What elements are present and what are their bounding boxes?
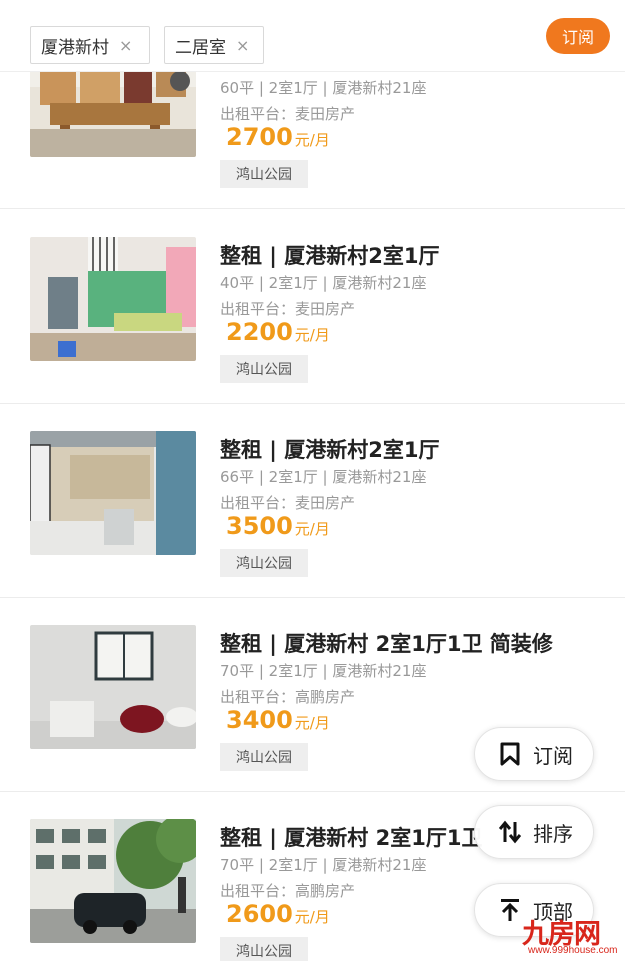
listing-area-tag[interactable]: 鸿山公园 <box>220 160 308 188</box>
filter-chip-rooms[interactable]: 二居室 × <box>164 26 264 64</box>
listing-item[interactable]: 整租 | 厦港新村2室1厅 40平 | 2室1厅 | 厦港新村21座 出租平台：… <box>0 210 625 404</box>
listing-price: 2200 元/月 <box>226 318 330 346</box>
filter-chip-community[interactable]: 厦港新村 × <box>30 26 150 64</box>
sort-icon <box>499 820 521 844</box>
float-sort-button[interactable]: 排序 <box>474 805 594 859</box>
listing-area-tag[interactable]: 鸿山公园 <box>220 549 308 577</box>
price-value: 2700 <box>226 123 293 151</box>
listing-platform: 出租平台：高鹏房产 <box>220 688 356 706</box>
listing-title[interactable]: 整租 | 厦港新村2室1厅 <box>220 240 440 270</box>
listing-meta: 60平 | 2室1厅 | 厦港新村21座 <box>220 79 427 97</box>
listing-area-tag[interactable]: 鸿山公园 <box>220 355 308 383</box>
price-unit: 元/月 <box>294 131 330 149</box>
filter-bar: 厦港新村 × 二居室 × 订阅 <box>0 0 625 72</box>
price-value: 3400 <box>226 706 293 734</box>
filter-chip-label: 厦港新村 <box>41 37 109 58</box>
listing-title[interactable]: 整租 | 厦港新村 2室1厅1卫 简装修 <box>220 628 553 658</box>
close-icon[interactable]: × <box>119 36 132 55</box>
listing-meta: 70平 | 2室1厅 | 厦港新村21座 <box>220 662 427 680</box>
price-value: 2200 <box>226 318 293 346</box>
listing-meta: 66平 | 2室1厅 | 厦港新村21座 <box>220 468 427 486</box>
listing-meta: 40平 | 2室1厅 | 厦港新村21座 <box>220 274 427 292</box>
listing-photo[interactable] <box>30 237 196 361</box>
listing-photo[interactable] <box>30 819 196 943</box>
watermark-url: www.999house.com <box>528 945 618 956</box>
float-subscribe-button[interactable]: 订阅 <box>474 727 594 781</box>
price-value: 3500 <box>226 512 293 540</box>
price-unit: 元/月 <box>294 326 330 344</box>
listing-title[interactable]: 整租 | 厦港新村 2室1厅1卫 <box>220 822 482 852</box>
site-watermark-logo: 九房网 www.999house.com <box>516 912 624 960</box>
listing-photo[interactable] <box>30 625 196 749</box>
listing-item[interactable]: 整租 | 厦港新村2室1厅 66平 | 2室1厅 | 厦港新村21座 出租平台：… <box>0 404 625 598</box>
price-unit: 元/月 <box>294 520 330 538</box>
listing-meta: 70平 | 2室1厅 | 厦港新村21座 <box>220 856 427 874</box>
listing-area-tag[interactable]: 鸿山公园 <box>220 743 308 771</box>
bookmark-icon <box>499 742 521 766</box>
listing-platform: 出租平台：高鹏房产 <box>220 882 356 900</box>
listing-price: 2600 元/月 <box>226 900 330 928</box>
listing-price: 3500 元/月 <box>226 512 330 540</box>
listing-platform: 出租平台：麦田房产 <box>220 494 356 512</box>
listing-photo[interactable] <box>30 431 196 555</box>
price-unit: 元/月 <box>294 714 330 732</box>
listing-price: 2700 元/月 <box>226 123 330 151</box>
listing-platform: 出租平台：麦田房产 <box>220 105 356 123</box>
price-value: 2600 <box>226 900 293 928</box>
listing-price: 3400 元/月 <box>226 706 330 734</box>
listing-title[interactable]: 整租 | 厦港新村2室1厅 <box>220 434 440 464</box>
float-sort-label: 排序 <box>533 821 573 846</box>
close-icon[interactable]: × <box>236 36 249 55</box>
filter-chip-label: 二居室 <box>175 37 226 58</box>
listing-platform: 出租平台：麦田房产 <box>220 300 356 318</box>
price-unit: 元/月 <box>294 908 330 926</box>
float-subscribe-label: 订阅 <box>533 743 573 768</box>
subscribe-button[interactable]: 订阅 <box>546 18 610 54</box>
listing-area-tag[interactable]: 鸿山公园 <box>220 937 308 961</box>
